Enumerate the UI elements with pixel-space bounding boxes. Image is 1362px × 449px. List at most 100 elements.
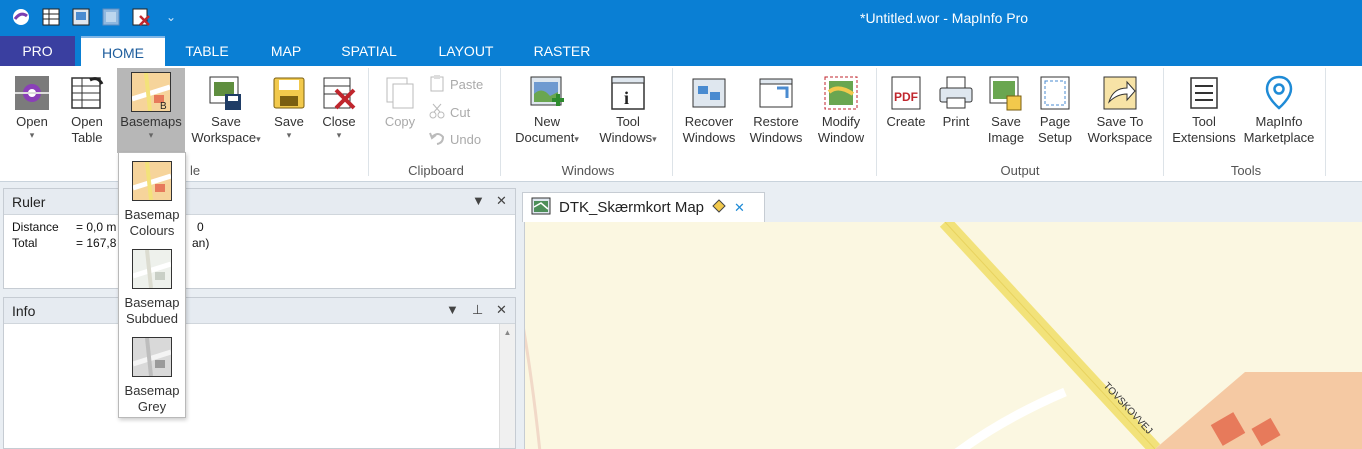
info-panel-header: Info ▼ ⊥ ✕ (4, 298, 515, 324)
basemap-colours-option[interactable]: Basemap Colours (119, 161, 185, 239)
map-canvas[interactable]: TOVSKOVVEJ (524, 222, 1362, 449)
save-image-icon (987, 74, 1025, 112)
tool-windows-button[interactable]: i Tool Windows▾ (592, 70, 664, 146)
restore-windows-button[interactable]: Restore Windows (745, 70, 807, 146)
restore-windows-icon (757, 74, 795, 112)
ruler-distance-label: Distance (12, 220, 59, 234)
more-icon[interactable]: ⌄ (160, 6, 182, 28)
mapinfo-logo-icon[interactable] (10, 6, 32, 28)
page-setup-button[interactable]: Page Setup (1034, 70, 1076, 146)
title-bar: ⌄ *Untitled.wor - MapInfo Pro (0, 0, 1362, 36)
undo-button[interactable]: Undo (428, 129, 481, 150)
group-label-windows: Windows (561, 163, 615, 178)
open-icon (13, 74, 51, 112)
open-table-button[interactable]: Open Table (62, 70, 112, 146)
info-window-icon: i (609, 74, 647, 112)
modify-map-icon (822, 74, 860, 112)
basemap-grey-icon (132, 337, 172, 377)
paste-button[interactable]: Paste (428, 74, 483, 95)
copy-icon (381, 74, 419, 112)
new-document-button[interactable]: New Document▾ (508, 70, 586, 146)
basemap-subdued-icon (132, 249, 172, 289)
cut-button[interactable]: Cut (428, 102, 470, 123)
info-scrollbar[interactable]: ▲ (499, 324, 515, 448)
print-button[interactable]: Print (935, 70, 977, 130)
ribbon-tabs: PRO HOME TABLE MAP SPATIAL LAYOUT RASTER (0, 36, 1362, 66)
info-panel: Info ▼ ⊥ ✕ ▲ (3, 297, 516, 449)
pin-icon[interactable]: ⊥ (472, 302, 483, 318)
scissors-icon (428, 102, 446, 123)
layout-icon[interactable] (100, 6, 122, 28)
group-separator (876, 68, 877, 176)
basemaps-button[interactable]: B Basemaps ▾ (117, 68, 185, 153)
scroll-up-icon[interactable]: ▲ (500, 328, 515, 337)
quick-access-toolbar: ⌄ (10, 6, 182, 28)
tab-home[interactable]: HOME (81, 36, 165, 66)
new-map-icon (528, 74, 566, 112)
printer-icon (937, 74, 975, 112)
save-image-button[interactable]: Save Image (984, 70, 1028, 146)
tab-table[interactable]: TABLE (168, 36, 246, 66)
panel-menu-icon[interactable]: ▼ (472, 193, 485, 208)
ruler-panel-header: Ruler ▼ ✕ (4, 189, 515, 215)
save-workspace-icon (207, 74, 245, 112)
ruler-total-suffix: an) (192, 236, 210, 250)
page-setup-icon (1036, 74, 1074, 112)
svg-text:i: i (624, 88, 629, 108)
window-title: *Untitled.wor - MapInfo Pro (860, 10, 1029, 26)
save-workspace-button[interactable]: Save Workspace▾ (186, 70, 266, 146)
tab-layout[interactable]: LAYOUT (424, 36, 508, 66)
close-icon[interactable]: ✕ (496, 302, 507, 318)
tool-extensions-icon (1185, 74, 1223, 112)
close-icon[interactable]: ✕ (734, 200, 745, 216)
recover-windows-icon (690, 74, 728, 112)
document-tab-bar: DTK_Skærmkort Map ✕ (522, 188, 1362, 222)
ribbon: Open ▾ Open Table B Basemaps ▾ Save Work… (0, 66, 1362, 182)
group-separator (672, 68, 673, 176)
save-to-workspace-icon (1101, 74, 1139, 112)
group-separator (368, 68, 369, 176)
open-workspace-icon[interactable] (70, 6, 92, 28)
recover-windows-button[interactable]: Recover Windows (678, 70, 740, 146)
group-label-tools: Tools (1230, 163, 1262, 178)
ruler-distance-value: = 0,0 m (76, 220, 117, 234)
close-icon[interactable]: ✕ (496, 193, 507, 209)
group-label-output: Output (1000, 163, 1040, 178)
group-separator (1325, 68, 1326, 176)
map-drawing: TOVSKOVVEJ (525, 222, 1362, 449)
basemaps-dropdown: Basemap Colours Basemap Subdued Basemap … (118, 152, 186, 418)
group-label-clipboard: Clipboard (408, 163, 464, 178)
paste-icon (428, 74, 446, 95)
basemap-grey-option[interactable]: Basemap Grey (119, 337, 185, 415)
tool-extensions-button[interactable]: Tool Extensions (1168, 70, 1240, 146)
active-diamond-icon (712, 198, 726, 217)
save-to-workspace-button[interactable]: Save To Workspace (1084, 70, 1156, 146)
panel-menu-icon[interactable]: ▼ (446, 302, 459, 317)
minor-road (954, 387, 1067, 449)
modify-window-button[interactable]: Modify Window (812, 70, 870, 146)
svg-text:PDF: PDF (894, 90, 918, 104)
basemap-icon: B (131, 72, 171, 112)
group-separator (500, 68, 501, 176)
open-button[interactable]: Open ▾ (6, 70, 58, 140)
ruler-distance-suffix: 0 (197, 220, 204, 234)
close-button[interactable]: Close ▾ (316, 70, 362, 140)
tab-pro[interactable]: PRO (0, 36, 75, 66)
mapinfo-marketplace-button[interactable]: MapInfo Marketplace (1240, 70, 1318, 146)
tab-map[interactable]: MAP (255, 36, 317, 66)
open-table-icon[interactable] (40, 6, 62, 28)
save-button[interactable]: Save ▾ (268, 70, 310, 140)
group-separator (1163, 68, 1164, 176)
close-table-icon[interactable] (130, 6, 152, 28)
tab-raster[interactable]: RASTER (521, 36, 603, 66)
basemap-subdued-option[interactable]: Basemap Subdued (119, 249, 185, 327)
location-pin-icon (1260, 74, 1298, 112)
tab-map-document[interactable]: DTK_Skærmkort Map ✕ (522, 192, 765, 222)
svg-text:B: B (160, 101, 167, 111)
copy-button[interactable]: Copy (378, 70, 422, 130)
map-tab-title: DTK_Skærmkort Map (559, 199, 705, 216)
tab-spatial[interactable]: SPATIAL (328, 36, 410, 66)
map-window-icon (531, 197, 551, 219)
table-icon (68, 74, 106, 112)
create-pdf-button[interactable]: PDF Create (884, 70, 928, 130)
